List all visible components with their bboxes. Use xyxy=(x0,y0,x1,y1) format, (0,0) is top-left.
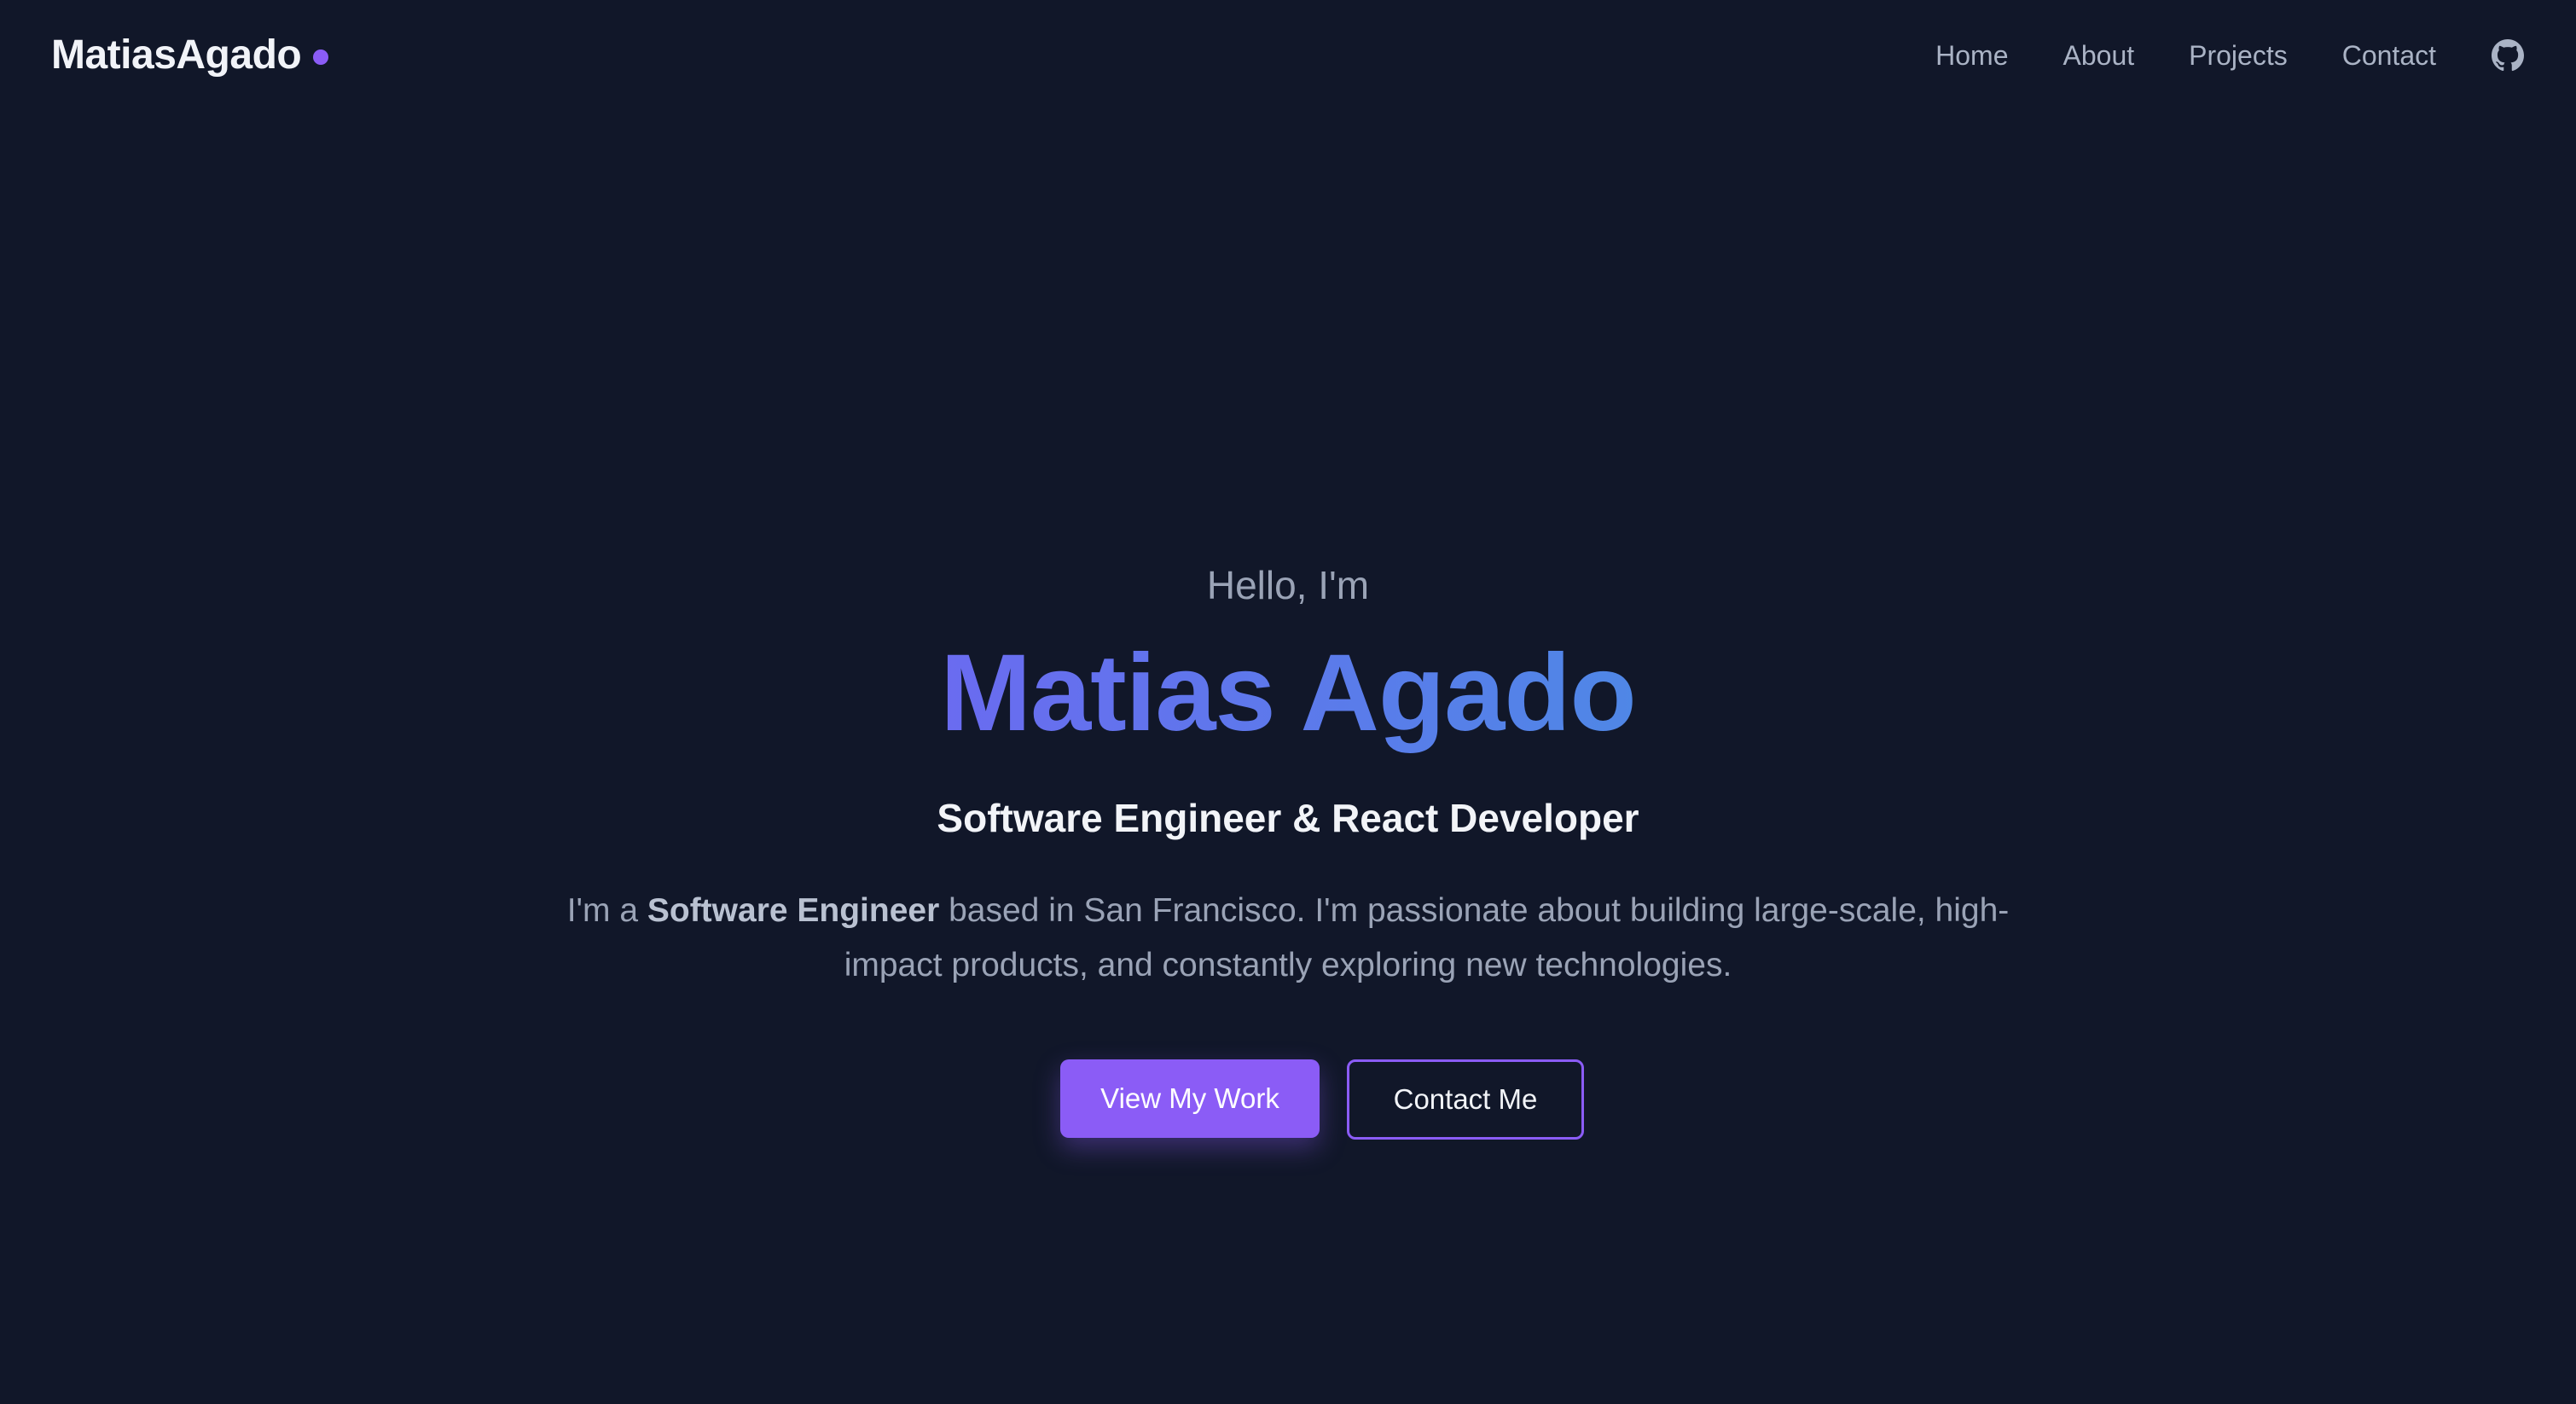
hero-title: Software Engineer & React Developer xyxy=(937,796,1639,840)
hero-actions: View My Work Contact Me xyxy=(0,1059,2576,1140)
hero-name-text: Matias Agado xyxy=(940,632,1636,754)
contact-me-button[interactable]: Contact Me xyxy=(1347,1059,1584,1140)
hero-greeting: Hello, I'm xyxy=(1206,563,1370,607)
view-my-work-button[interactable]: View My Work xyxy=(1060,1059,1320,1138)
hero-section: Hello, I'm Matias Agado Software Enginee… xyxy=(0,0,2576,1404)
bio-prefix: I'm a xyxy=(566,892,647,929)
page: MatiasAgado Home About Projects Contact … xyxy=(0,0,2576,1404)
hero-name: Matias Agado xyxy=(0,629,2576,757)
hero-bio: I'm a Software Engineer based in San Fra… xyxy=(563,884,2013,993)
bio-suffix: based in San Francisco. I'm passionate a… xyxy=(844,892,2010,983)
bio-emphasis: Software Engineer xyxy=(647,892,940,929)
